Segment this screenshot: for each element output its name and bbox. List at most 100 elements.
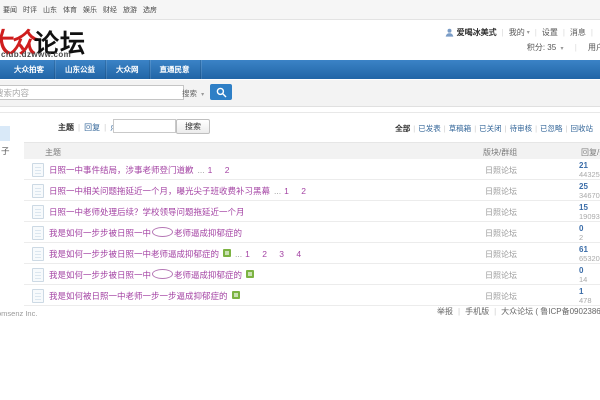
status-filter[interactable]: 已忽略	[540, 123, 570, 134]
nav-item[interactable]: 大众拍客	[4, 60, 55, 79]
settings-link[interactable]: 设置	[542, 27, 570, 38]
attachment-image-icon	[246, 270, 254, 278]
table-row: 我是如何一步步被日照一中老师逼成抑郁症的...1 2 3 4 日照论坛 61 6…	[24, 243, 600, 264]
status-filters: 全部 已发表 草稿箱 已关闭 待审核 已忽略 回收站	[395, 123, 593, 134]
search-icon	[216, 87, 227, 98]
reply-count[interactable]: 15	[579, 203, 600, 212]
search-scope-dropdown[interactable]: 搜索 ▾	[182, 88, 204, 99]
footer-link[interactable]: 举报	[437, 306, 465, 317]
table-row: 日照一中相关问题拖延近一个月，曝光尖子班收费补习黑幕...1 2 日照论坛 25…	[24, 180, 600, 201]
thread-title-link[interactable]: 日照一中老师处理后续？学校领导问题拖延近一个月...	[49, 206, 245, 218]
document-icon	[32, 205, 44, 219]
attachment-image-icon	[223, 249, 231, 257]
forum-page: 要闻 时评 山东 体育 娱乐 财经 旅游 选房 大众论坛 club.dzwww.…	[0, 0, 600, 400]
topbar-link[interactable]: 体育	[63, 5, 77, 15]
status-filter[interactable]: 已发表	[418, 123, 448, 134]
thread-title-link[interactable]: 日照一中相关问题拖延近一个月，曝光尖子班收费补习黑幕...1 2	[49, 185, 311, 197]
thread-title-text: 我是如何一步步被日照一中	[49, 270, 151, 280]
thread-title-link[interactable]: 日照一中事件结局，涉事老师登门道歉...1 2	[49, 164, 234, 176]
user-icon	[445, 28, 454, 37]
thread-title-text: 日照一中事件结局，涉事老师登门道歉	[49, 165, 194, 175]
reply-view-counts: 0 2	[579, 224, 583, 242]
username: 爱喝冰美式	[457, 27, 497, 38]
topbar-link[interactable]: 娱乐	[83, 5, 97, 15]
sidebar-active-item[interactable]	[0, 126, 10, 141]
user-menu-bar: 爱喝冰美式 我的 ▾ 设置 消息	[445, 27, 598, 38]
reply-count[interactable]: 1	[579, 287, 592, 296]
reply-count[interactable]: 25	[579, 182, 600, 191]
tab-topic[interactable]: 主题	[58, 122, 84, 133]
topbar-link[interactable]: 山东	[43, 5, 57, 15]
messages-link[interactable]: 消息	[570, 27, 598, 38]
topbar-link[interactable]: 财经	[103, 5, 117, 15]
topbar-link[interactable]: 选房	[143, 5, 157, 15]
points-label: 积分: 35	[527, 43, 556, 52]
forum-link[interactable]: 日照论坛	[485, 207, 517, 218]
footer-link-list: 举报 手机版	[437, 306, 501, 317]
tab-reply[interactable]: 回复	[84, 122, 110, 133]
forum-link[interactable]: 日照论坛	[485, 249, 517, 260]
status-filter[interactable]: 回收站	[571, 123, 594, 134]
thread-search-button[interactable]: 搜索	[176, 119, 210, 134]
search-scope-label: 搜索	[182, 89, 197, 98]
points-dropdown[interactable]: 积分: 35 ▾	[527, 43, 566, 52]
document-icon	[32, 268, 44, 282]
search-input[interactable]	[0, 85, 184, 100]
thread-title-text: 我是如何被日照一中老师一步一步逼成抑郁症的	[49, 291, 228, 301]
forum-link[interactable]: 日照论坛	[485, 165, 517, 176]
status-filter[interactable]: 草稿箱	[449, 123, 479, 134]
column-header-forum: 版块/群组	[483, 147, 517, 158]
column-header-topic: 主题	[45, 147, 61, 158]
user-points-bar: 积分: 35 ▾ | 用户组	[527, 42, 600, 53]
topbar-link[interactable]: 旅游	[123, 5, 137, 15]
table-row: 我是如何一步步被日照一中老师逼成抑郁症的... 日照论坛 0 2	[24, 222, 600, 243]
status-filter[interactable]: 全部	[395, 123, 418, 134]
reply-count[interactable]: 0	[579, 224, 583, 233]
forum-link[interactable]: 日照论坛	[485, 291, 517, 302]
footer-links: 举报 手机版 大众论坛 ( 鲁ICP备09023866号	[437, 306, 600, 317]
view-count: 44325	[579, 170, 600, 179]
separator: |	[575, 43, 577, 52]
reply-view-counts: 61 65320	[579, 245, 600, 263]
site-domain: club.dzwww.com	[1, 50, 71, 59]
thread-title-link[interactable]: 我是如何一步步被日照一中老师逼成抑郁症的...	[49, 227, 242, 239]
username-link[interactable]: 爱喝冰美式	[445, 27, 509, 38]
reply-view-counts: 1 478	[579, 287, 592, 305]
reply-view-counts: 0 14	[579, 266, 587, 284]
document-icon	[32, 289, 44, 303]
ellipsis: ...	[274, 186, 281, 196]
forum-link[interactable]: 日照论坛	[485, 186, 517, 197]
attachment-image-icon	[232, 291, 240, 299]
forum-link[interactable]: 日照论坛	[485, 270, 517, 281]
thread-page-links[interactable]: 1 2	[284, 186, 311, 196]
view-count: 478	[579, 296, 592, 305]
thread-page-links[interactable]: 1 2 3 4	[245, 249, 306, 259]
nav-item[interactable]: 大众网	[106, 60, 150, 79]
document-icon	[32, 184, 44, 198]
my-menu[interactable]: 我的 ▾	[509, 27, 542, 38]
ellipsis: ...	[235, 249, 242, 259]
document-icon	[32, 163, 44, 177]
view-count: 19093	[579, 212, 600, 221]
reply-count[interactable]: 0	[579, 266, 587, 275]
nav-item[interactable]: 山东公益	[55, 60, 106, 79]
status-filter[interactable]: 待审核	[510, 123, 540, 134]
redaction-oval-icon	[152, 269, 173, 279]
reply-count[interactable]: 61	[579, 245, 600, 254]
status-filter[interactable]: 已关闭	[479, 123, 509, 134]
thread-title-link[interactable]: 我是如何被日照一中老师一步一步逼成抑郁症的...	[49, 290, 240, 302]
search-button[interactable]	[210, 84, 232, 100]
thread-page-links[interactable]: 1 2	[208, 165, 235, 175]
forum-link[interactable]: 日照论坛	[485, 228, 517, 239]
thread-filter-input[interactable]	[113, 119, 176, 133]
footer-link[interactable]: 手机版	[465, 306, 501, 317]
sidebar-item-fragment[interactable]: 子	[1, 145, 10, 157]
topbar-link[interactable]: 时评	[23, 5, 37, 15]
footer-copyright: 大众论坛 ( 鲁ICP备09023866号	[501, 306, 600, 317]
thread-title-link[interactable]: 我是如何一步步被日照一中老师逼成抑郁症的...	[49, 269, 254, 281]
user-group-link[interactable]: 用户组	[588, 43, 600, 52]
reply-count[interactable]: 21	[579, 161, 600, 170]
thread-title-link[interactable]: 我是如何一步步被日照一中老师逼成抑郁症的...1 2 3 4	[49, 248, 306, 260]
topbar-link[interactable]: 要闻	[3, 5, 17, 15]
nav-item[interactable]: 直通民意	[150, 60, 201, 79]
